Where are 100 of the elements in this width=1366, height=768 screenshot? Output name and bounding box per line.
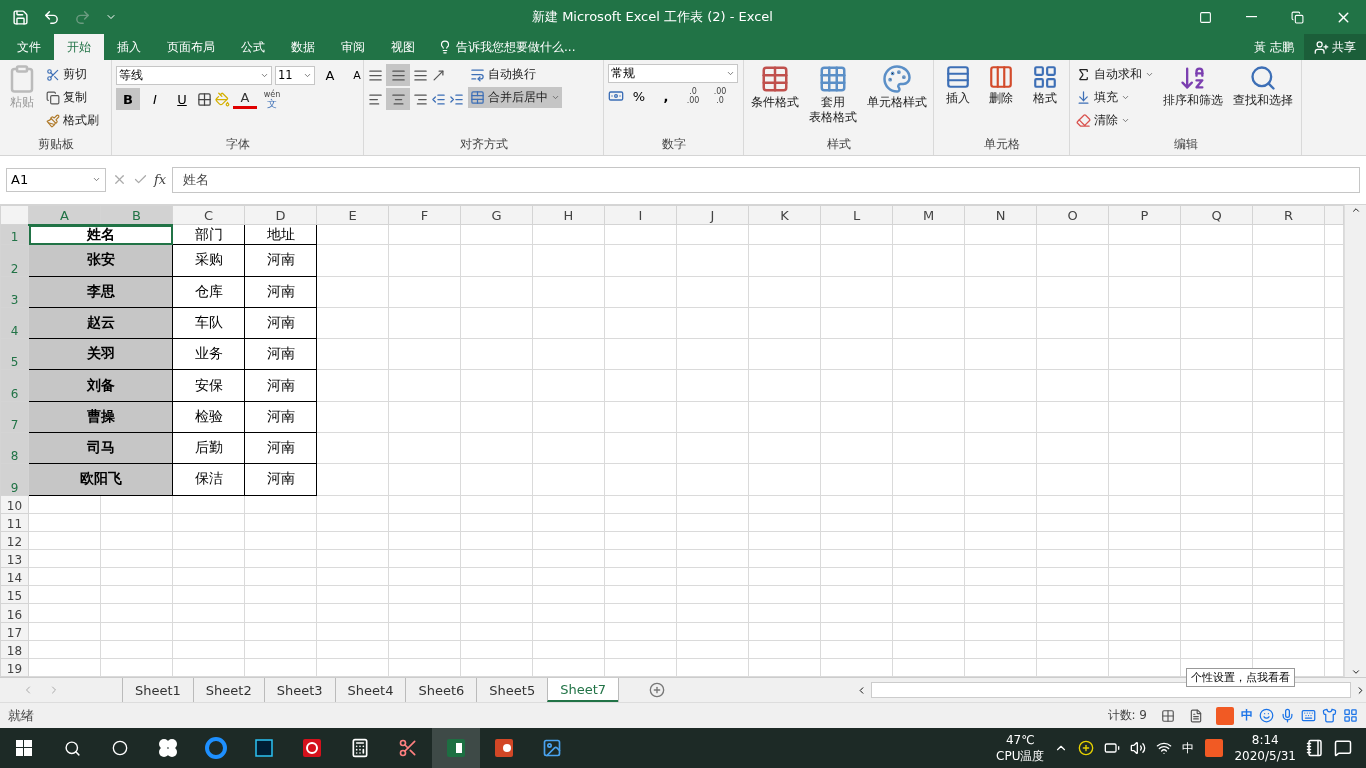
cells-button[interactable]: 格式 <box>1029 64 1062 137</box>
ribbon-tab[interactable]: 公式 <box>228 34 278 60</box>
add-sheet-icon[interactable] <box>649 682 665 699</box>
row-header[interactable]: 2 <box>0 244 29 277</box>
ribbon-tab[interactable]: 视图 <box>378 34 428 60</box>
column-header[interactable]: I <box>604 205 677 225</box>
row-header[interactable]: 4 <box>0 307 29 339</box>
table-cell: 赵云 <box>28 307 173 339</box>
minimize-icon[interactable] <box>1245 16 1257 18</box>
decrease-decimal-button[interactable]: .00 .0 <box>708 85 732 107</box>
merge-cells-icon <box>470 90 485 105</box>
style-button[interactable]: 套用 表格格式 <box>806 64 860 137</box>
sheet-tab[interactable]: Sheet7 <box>547 678 618 703</box>
shrink-font-button[interactable]: A <box>345 64 369 86</box>
ribbon-tab[interactable]: 数据 <box>278 34 328 60</box>
row-header[interactable]: 7 <box>0 401 29 433</box>
percent-button[interactable]: % <box>627 85 651 107</box>
merge-center-button[interactable]: 合并后居中 <box>468 87 562 108</box>
caret-icon <box>92 175 101 184</box>
plus-badge-icon <box>1078 740 1095 756</box>
autosum-button[interactable]: 自动求和 <box>1074 64 1156 85</box>
column-header[interactable]: F <box>388 205 461 225</box>
column-header[interactable]: G <box>460 205 533 225</box>
ring-icon[interactable] <box>205 737 227 759</box>
cut-button[interactable]: 剪切 <box>44 64 101 85</box>
column-header[interactable]: A <box>28 205 101 225</box>
save-icon[interactable] <box>12 8 29 26</box>
row-header[interactable]: 9 <box>0 463 29 495</box>
share-button[interactable]: 共享 <box>1304 34 1366 60</box>
align-right-icon <box>413 91 428 107</box>
wrap-text-button[interactable]: 自动换行 <box>468 64 562 85</box>
ime-mode[interactable]: 中 <box>1241 707 1253 725</box>
ribbon-tab[interactable]: 文件 <box>4 34 54 60</box>
cells-button[interactable]: 插入 <box>941 64 974 137</box>
column-header[interactable]: O <box>1036 205 1109 225</box>
ribbon-tab[interactable]: 页面布局 <box>154 34 228 60</box>
tell-me-search[interactable]: 告诉我您想要做什么... <box>438 34 576 60</box>
indent-increase-icon <box>449 91 464 107</box>
row-header[interactable]: 5 <box>0 338 29 370</box>
column-header[interactable]: E <box>316 205 389 225</box>
calculator-icon <box>350 738 370 758</box>
row-header[interactable]: 6 <box>0 369 29 402</box>
table-cell: 李思 <box>28 276 173 308</box>
formula-field[interactable]: 姓名 <box>172 166 1360 193</box>
style-button[interactable]: 条件格式 <box>748 64 802 137</box>
column-header[interactable]: N <box>964 205 1037 225</box>
font-color-button[interactable]: A <box>233 89 257 109</box>
row-header[interactable]: 3 <box>0 276 29 308</box>
ime-tooltip: 个性设置，点我看看 <box>1186 668 1295 688</box>
ribbon-tab[interactable]: 插入 <box>104 34 154 60</box>
ribbon-tab[interactable]: 开始 <box>54 34 104 60</box>
phonetic-button[interactable]: wén 文 <box>260 88 284 110</box>
column-header[interactable]: R <box>1252 205 1325 225</box>
insert-function-button[interactable]: fx <box>154 172 167 187</box>
windows-logo-icon[interactable] <box>16 740 32 756</box>
find-select-button[interactable]: 查找和选择 <box>1230 64 1296 137</box>
horizontal-scrollbar[interactable] <box>871 682 1351 699</box>
number-format-field[interactable]: 常规 <box>608 64 738 83</box>
grid-icon <box>1343 708 1358 724</box>
input-language[interactable]: 中 <box>1182 740 1195 756</box>
style-button[interactable]: 单元格样式 <box>864 64 930 137</box>
cells-button[interactable]: 删除 <box>985 64 1018 137</box>
comma-button[interactable]: , <box>654 85 678 107</box>
clock[interactable]: 8:14 2020/5/31 <box>1234 732 1296 764</box>
bold-button[interactable]: B <box>116 88 140 110</box>
name-box[interactable]: A1 <box>6 167 106 192</box>
increase-decimal-button[interactable]: .0 .00 <box>681 85 705 107</box>
column-header[interactable]: C <box>172 205 245 225</box>
column-header[interactable]: Q <box>1180 205 1253 225</box>
row-header[interactable]: 8 <box>0 432 29 464</box>
column-header[interactable]: D <box>244 205 317 225</box>
clear-button[interactable]: 清除 <box>1074 110 1156 131</box>
font-name-field[interactable]: 等线 <box>116 65 272 85</box>
undo-icon[interactable] <box>43 8 60 26</box>
group-label: 样式 <box>826 136 851 153</box>
italic-button[interactable]: I <box>143 88 167 110</box>
ribbon-tab[interactable]: 审阅 <box>328 34 378 60</box>
pinwheel-icon[interactable] <box>157 737 179 759</box>
table-cell: 河南 <box>244 276 317 308</box>
column-header[interactable]: B <box>100 205 173 225</box>
column-header[interactable]: P <box>1108 205 1181 225</box>
grow-font-button[interactable]: A <box>318 64 342 86</box>
font-size-field[interactable]: 11 <box>275 65 315 85</box>
column-header[interactable]: L <box>820 205 893 225</box>
table-cell: 采购 <box>172 244 245 277</box>
column-header[interactable]: M <box>892 205 965 225</box>
user-name[interactable]: 黃 志鹏 <box>1254 34 1294 60</box>
table-cell: 业务 <box>172 338 245 370</box>
shirt-icon <box>1322 708 1337 724</box>
underline-button[interactable]: U <box>170 88 194 110</box>
format-painter-button[interactable]: 格式刷 <box>44 110 101 131</box>
copy-button[interactable]: 复制 <box>44 87 101 108</box>
column-header[interactable]: K <box>748 205 821 225</box>
row-header[interactable]: 1 <box>0 224 29 245</box>
fill-button[interactable]: 填充 <box>1074 87 1156 108</box>
table-cell: 张安 <box>28 244 173 277</box>
column-header[interactable]: H <box>532 205 605 225</box>
column-header[interactable]: J <box>676 205 749 225</box>
sort-filter-button[interactable]: 排序和筛选 <box>1160 64 1226 137</box>
table-cell: 河南 <box>244 463 317 495</box>
